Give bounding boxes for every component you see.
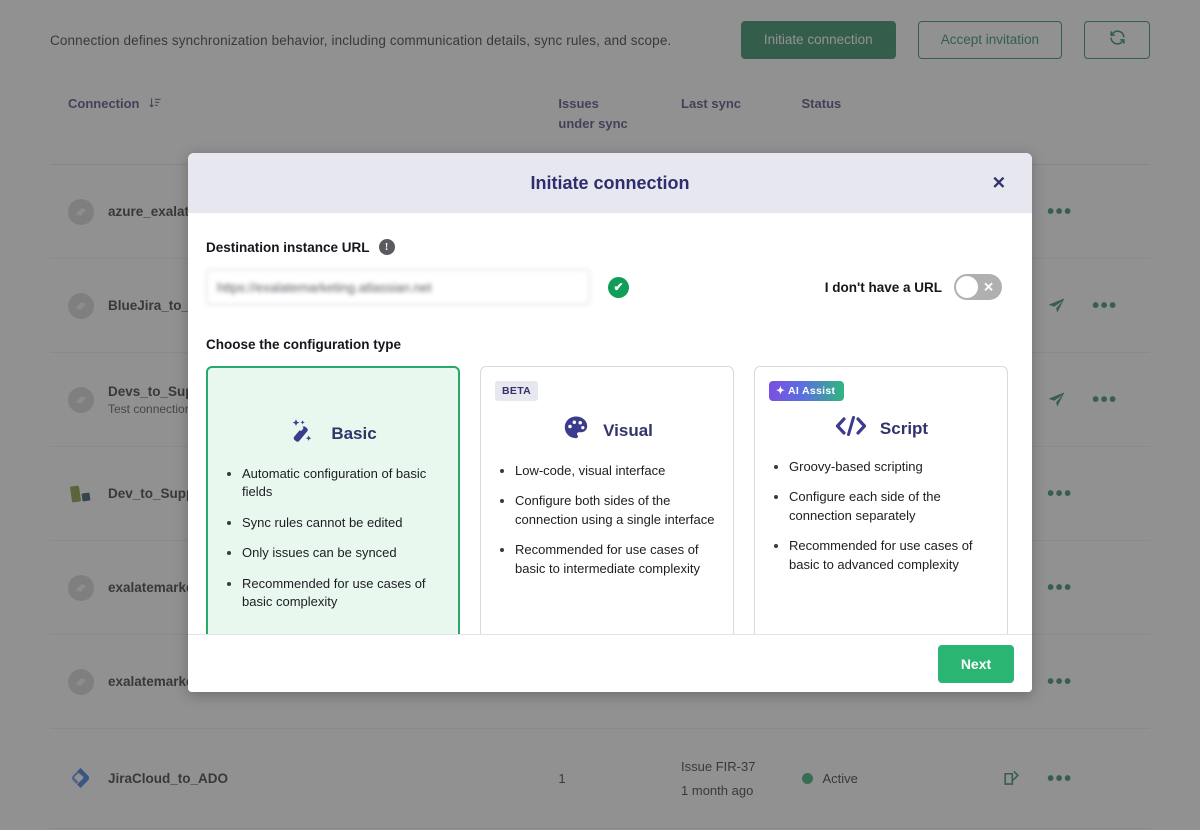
bullet-item: Groovy-based scripting <box>769 458 993 476</box>
configuration-type-cards: Basic Automatic configuration of basic f… <box>206 366 1014 634</box>
card-title-row: Visual <box>495 413 719 448</box>
modal-footer: Next <box>188 634 1032 692</box>
bullet-item: Automatic configuration of basic fields <box>222 465 444 502</box>
modal-title: Initiate connection <box>530 173 689 194</box>
modal-header: Initiate connection ✕ <box>188 153 1032 213</box>
card-title: Basic <box>331 424 376 444</box>
close-icon[interactable]: ✕ <box>992 175 1006 192</box>
choose-configuration-type-label: Choose the configuration type <box>206 337 1014 352</box>
bullet-item: Sync rules cannot be edited <box>222 514 444 532</box>
no-url-label: I don't have a URL <box>825 280 942 295</box>
config-card-basic[interactable]: Basic Automatic configuration of basic f… <box>206 366 460 634</box>
modal-body: Destination instance URL ! ✔ I don't hav… <box>188 213 1032 634</box>
no-url-toggle[interactable]: ✕ <box>954 274 1002 300</box>
destination-url-label: Destination instance URL ! <box>206 239 1014 255</box>
palette-icon <box>561 413 591 448</box>
url-row: ✔ I don't have a URL ✕ <box>206 269 1014 305</box>
no-url-toggle-group: I don't have a URL ✕ <box>825 274 1014 300</box>
bullet-item: Configure each side of the connection se… <box>769 488 993 525</box>
card-bullets: Low-code, visual interface Configure bot… <box>495 462 719 578</box>
bullet-item: Only issues can be synced <box>222 544 444 562</box>
bullet-item: Recommended for use cases of basic to ad… <box>769 537 993 574</box>
bullet-item: Configure both sides of the connection u… <box>495 492 719 529</box>
code-brackets-icon <box>834 413 868 444</box>
destination-url-input[interactable] <box>206 269 590 305</box>
card-bullets: Groovy-based scripting Configure each si… <box>769 458 993 574</box>
card-bullets: Automatic configuration of basic fields … <box>222 465 444 612</box>
card-title-row: Script <box>769 413 993 444</box>
initiate-connection-modal: Initiate connection ✕ Destination instan… <box>188 153 1032 692</box>
sparkle-icon: ✦ <box>776 385 785 397</box>
card-title-row: Basic <box>222 416 444 451</box>
config-card-visual[interactable]: BETA Visual <box>480 366 734 634</box>
card-title: Script <box>880 419 928 439</box>
ai-assist-badge: ✦ AI Assist <box>769 381 844 401</box>
beta-badge: BETA <box>495 381 538 401</box>
magic-wand-icon <box>289 416 319 451</box>
bullet-item: Low-code, visual interface <box>495 462 719 480</box>
bullet-item: Recommended for use cases of basic to in… <box>495 541 719 578</box>
info-icon[interactable]: ! <box>379 239 395 255</box>
bullet-item: Recommended for use cases of basic compl… <box>222 575 444 612</box>
toggle-knob <box>956 276 978 298</box>
card-title: Visual <box>603 421 653 441</box>
check-circle-icon: ✔ <box>608 277 629 298</box>
toggle-off-icon: ✕ <box>983 281 994 294</box>
config-card-script[interactable]: ✦ AI Assist Script <box>754 366 1008 634</box>
next-button[interactable]: Next <box>938 645 1014 683</box>
